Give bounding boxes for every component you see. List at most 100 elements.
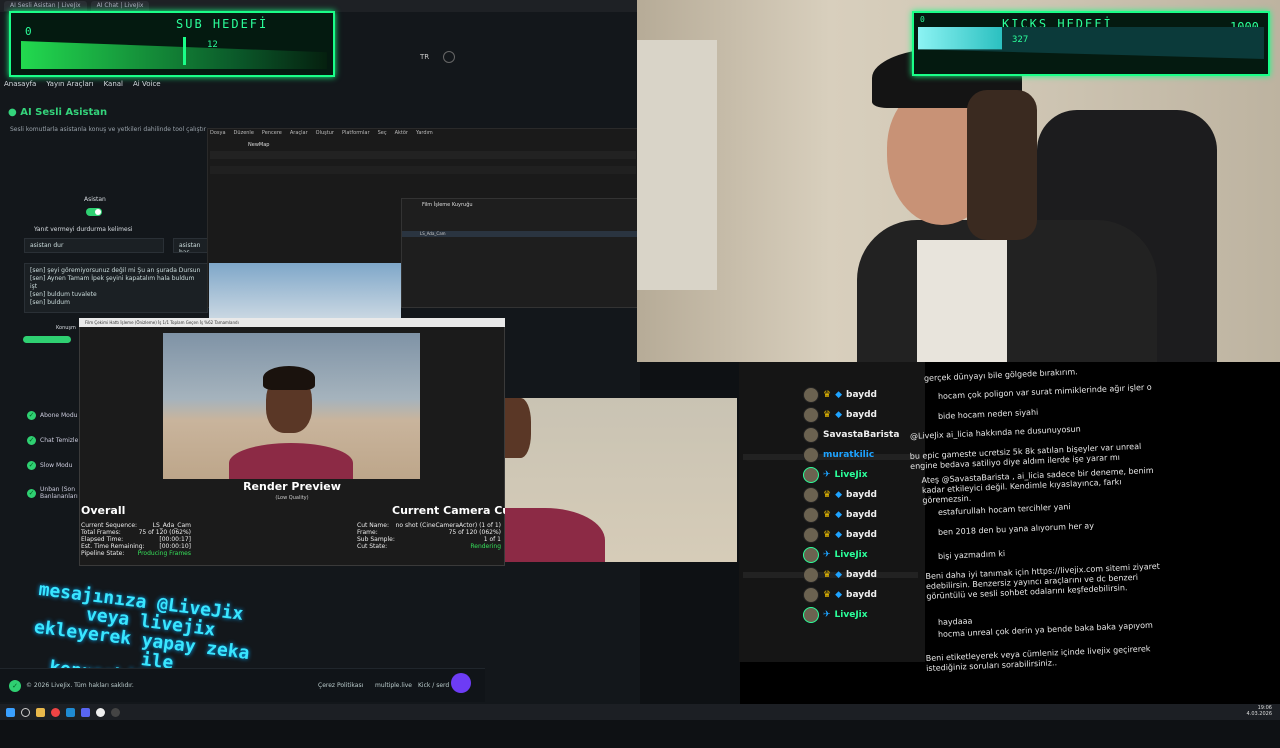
overall-stat: Pipeline State: Producing Frames bbox=[81, 550, 191, 557]
konusma-slider[interactable] bbox=[23, 336, 71, 343]
chat-user[interactable]: ♛ ◆ baydd bbox=[803, 507, 899, 523]
chat-user[interactable]: muratkilic bbox=[803, 447, 899, 463]
chat-bubble-icon[interactable] bbox=[451, 673, 471, 693]
chat-user-list: ♛ ◆ baydd ♛ ◆ baydd SavastaBarista muratkili… bbox=[803, 387, 899, 623]
nav-yayin-araclari[interactable]: Yayın Araçları bbox=[46, 80, 93, 94]
browser-tab[interactable]: AI Chat | LiveJix bbox=[90, 1, 150, 11]
character-shirt-partial bbox=[505, 508, 605, 562]
footer-copyright: © 2026 LiveJix. Tüm hakları saklıdır. bbox=[26, 682, 134, 689]
chat-user[interactable]: ✈ LiveJix bbox=[803, 547, 899, 563]
theme-toggle-icon[interactable] bbox=[443, 51, 455, 63]
ue-toolbar-2 bbox=[210, 166, 636, 174]
render-preview-image bbox=[163, 333, 420, 479]
character-partial bbox=[505, 398, 531, 458]
avatar bbox=[803, 387, 819, 403]
ue-menu-item[interactable]: Pencere bbox=[262, 130, 282, 136]
check-icon: ✓ bbox=[27, 488, 36, 498]
nav-anasayfa[interactable]: Anasayfa bbox=[4, 80, 36, 94]
page-title: ● AI Sesli Asistan bbox=[8, 107, 108, 118]
app-nav: Anasayfa Yayın Araçları Kanal Ai Voice bbox=[0, 80, 210, 94]
file-explorer-icon[interactable] bbox=[36, 707, 45, 717]
chat-user[interactable]: ♛ ◆ baydd bbox=[803, 567, 899, 583]
webcam-person-body bbox=[857, 220, 1157, 362]
transcript-line: [sen] buldum tuvalete bbox=[30, 291, 97, 298]
kick-goal-value: 327 bbox=[1012, 35, 1029, 45]
ue-menu-item[interactable]: Seç bbox=[378, 130, 387, 136]
transcript-line: [sen] Aynen Tamam İpek şeyini kapatalım … bbox=[30, 275, 195, 290]
ue-menu-item[interactable]: Düzenle bbox=[234, 130, 254, 136]
chat-user[interactable]: SavastaBarista bbox=[803, 427, 899, 443]
gem-icon: ◆ bbox=[835, 570, 842, 580]
nav-kanal[interactable]: Kanal bbox=[104, 80, 123, 94]
transcript-box: [sen] şeyi göremiyorsunuz değil mi Şu an… bbox=[24, 263, 208, 313]
ue-menu-item[interactable]: Yardım bbox=[416, 130, 433, 136]
assistant-label: Asistan bbox=[84, 196, 106, 203]
discord-icon[interactable] bbox=[81, 707, 90, 717]
avatar bbox=[803, 527, 819, 543]
transcript-line: [sen] şeyi göremiyorsunuz değil mi Şu an… bbox=[30, 267, 201, 274]
ue-viewport[interactable] bbox=[209, 263, 401, 318]
windows-start-icon[interactable] bbox=[6, 707, 15, 717]
ue-menu-item[interactable]: Dosya bbox=[210, 130, 226, 136]
gem-icon: ◆ bbox=[835, 590, 842, 600]
chat-user[interactable]: ♛ ◆ baydd bbox=[803, 487, 899, 503]
taskbar-time: 19:06 4.03.2026 bbox=[1246, 705, 1272, 717]
language-selector[interactable]: TR bbox=[420, 53, 429, 61]
ue-menu-item[interactable]: Oluştur bbox=[316, 130, 334, 136]
render-window-titlebar: Film Çekimi Hattı İşleme (Önizleme) İş 1… bbox=[79, 318, 505, 327]
sub-goal-marker bbox=[183, 37, 186, 65]
chrome-icon[interactable] bbox=[51, 707, 60, 717]
chat-user[interactable]: ♛ ◆ baydd bbox=[803, 407, 899, 423]
ue-menu-item[interactable]: Platformlar bbox=[342, 130, 370, 136]
sequencer-viewport[interactable] bbox=[505, 398, 737, 562]
gem-icon: ◆ bbox=[835, 510, 842, 520]
nav-ai-voice[interactable]: Ai Voice bbox=[133, 80, 161, 94]
avatar bbox=[803, 447, 819, 463]
livejix-icon: ✈ bbox=[823, 470, 831, 480]
kick-goal-bar: 0 KICKS HEDEFİ 1000 327 bbox=[912, 11, 1270, 76]
cut-stat: Cut Name: no shot (CineCameraActor) (1 of… bbox=[357, 522, 501, 529]
avatar bbox=[803, 507, 819, 523]
vscode-icon[interactable] bbox=[66, 707, 75, 717]
search-icon[interactable] bbox=[21, 707, 30, 717]
livejix-icon: ✈ bbox=[823, 610, 831, 620]
ue-queue-row[interactable]: LS_Ada_Cam bbox=[402, 231, 638, 237]
ue-menu-item[interactable]: Aktör bbox=[395, 130, 408, 136]
avatar bbox=[803, 547, 819, 563]
avatar bbox=[803, 487, 819, 503]
crown-icon: ♛ bbox=[823, 570, 832, 580]
chat-user[interactable]: ♛ ◆ baydd bbox=[803, 387, 899, 403]
transcript-line: [sen] buldum bbox=[30, 299, 70, 306]
overall-stat: Current Sequence: LS_Ada_Cam bbox=[81, 522, 191, 529]
chat-user[interactable]: ♛ ◆ baydd bbox=[803, 527, 899, 543]
webcam-window-frame bbox=[637, 40, 717, 290]
check-icon: ✓ bbox=[27, 436, 36, 445]
chat-user[interactable]: ✈ LiveJix bbox=[803, 467, 899, 483]
overall-label: Overall bbox=[81, 504, 126, 517]
browser-tab[interactable]: AI Sesli Asistan | LiveJix bbox=[4, 1, 87, 11]
ue-render-queue-panel: Film İşleme Kuyruğu LS_Ada_Cam bbox=[401, 198, 639, 308]
gem-icon: ◆ bbox=[835, 490, 842, 500]
crown-icon: ♛ bbox=[823, 590, 832, 600]
footer-link-kick[interactable]: Kick / serd bbox=[418, 682, 449, 689]
ue-menu-item[interactable]: Araçlar bbox=[290, 130, 308, 136]
stop-word-label: Yanıt vermeyi durdurma kelimesi bbox=[34, 226, 133, 233]
ue-toolbar bbox=[210, 151, 636, 159]
chat-user[interactable]: ✈ LiveJix bbox=[803, 607, 899, 623]
footer-link-multiple[interactable]: multiple.live bbox=[375, 682, 412, 689]
webcam-person-hair bbox=[967, 90, 1037, 240]
gem-icon: ◆ bbox=[835, 410, 842, 420]
avatar bbox=[803, 567, 819, 583]
app-footer: ✓ © 2026 LiveJix. Tüm hakları saklıdır. … bbox=[0, 668, 485, 702]
chat-user[interactable]: ♛ ◆ baydd bbox=[803, 587, 899, 603]
start-word-input[interactable]: asistan baş bbox=[173, 238, 209, 253]
obs-icon[interactable] bbox=[111, 707, 120, 717]
footer-link-cookies[interactable]: Çerez Politikası bbox=[318, 682, 363, 689]
avatar bbox=[803, 407, 819, 423]
unreal-icon[interactable] bbox=[96, 707, 105, 717]
avatar bbox=[803, 607, 819, 623]
ue-map-tab[interactable]: NewMap bbox=[248, 142, 269, 148]
stop-word-input[interactable]: asistan dur bbox=[24, 238, 164, 253]
assistant-toggle[interactable] bbox=[86, 208, 102, 216]
kick-goal-fill bbox=[918, 27, 1002, 50]
